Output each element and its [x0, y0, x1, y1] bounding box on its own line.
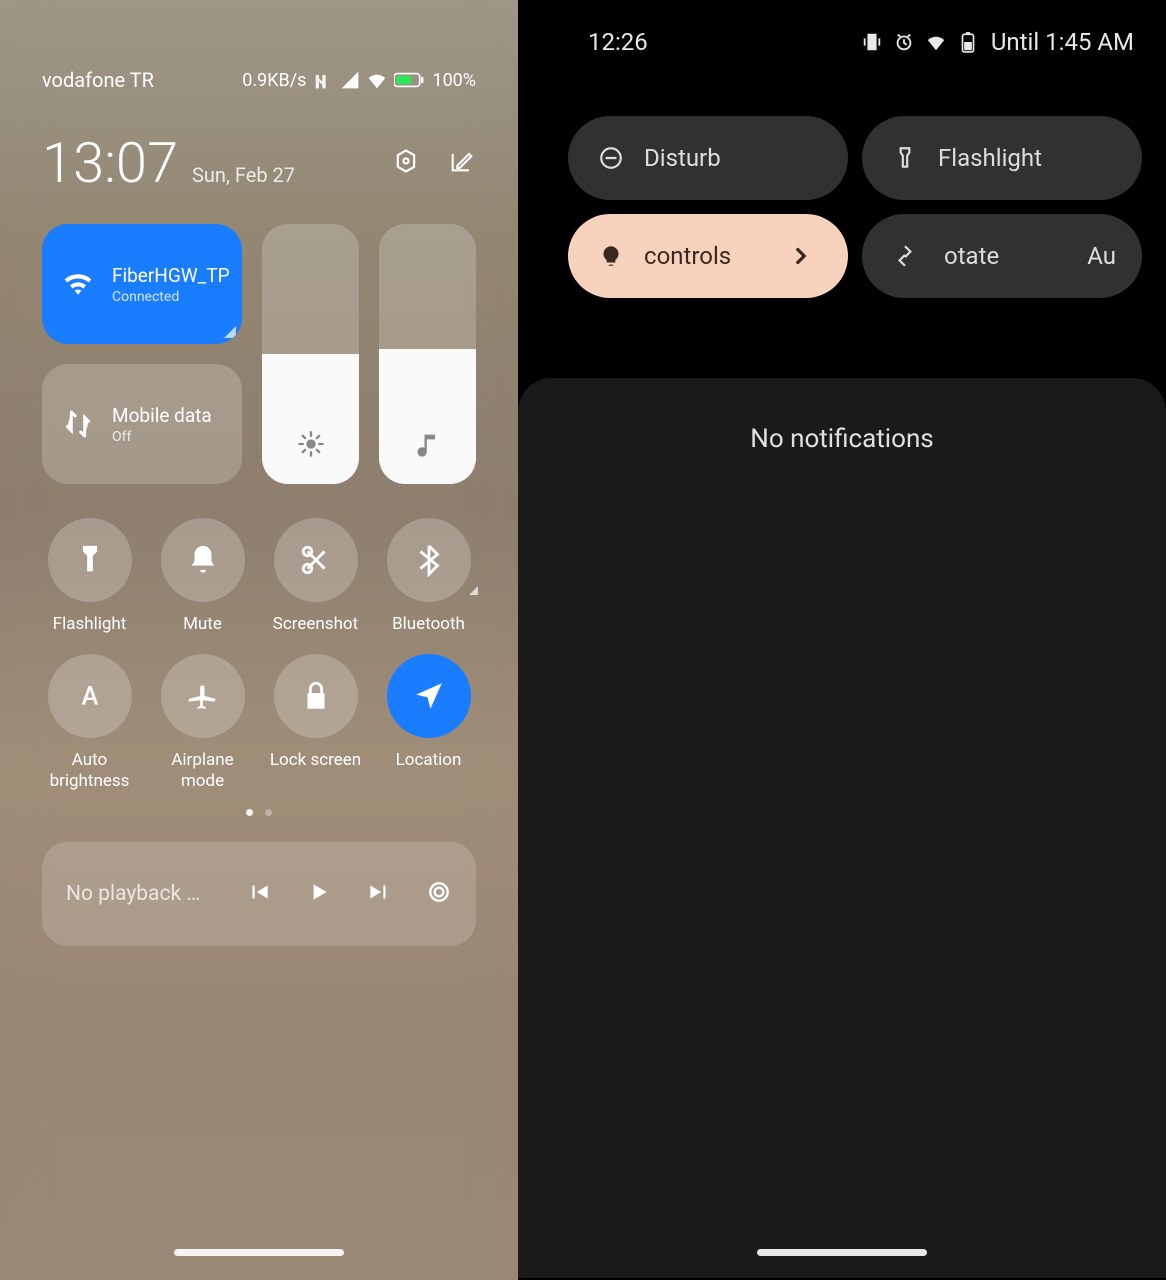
volume-slider[interactable] [379, 224, 476, 484]
wifi-status: Connected [112, 289, 230, 305]
notification-panel: No notifications [518, 378, 1166, 1278]
settings-icon[interactable] [392, 147, 420, 179]
wifi-ssid: FiberHGW_TP [112, 264, 230, 287]
expand-corner-icon [469, 586, 478, 595]
clock-date: Sun, Feb 27 [192, 163, 295, 187]
status-bar: vodafone TR 0.9KB/s 100% [0, 0, 518, 92]
lock-icon [299, 679, 333, 713]
bulb-icon [598, 243, 624, 269]
clock-block: 13:07 Sun, Feb 27 [42, 130, 295, 196]
scissors-icon [299, 543, 333, 577]
pill-label: otate [944, 242, 999, 270]
carrier-label: vodafone TR [42, 68, 154, 92]
miui-control-center: vodafone TR 0.9KB/s 100% 13:07 Sun, Feb … [0, 0, 518, 1280]
home-controls-pill[interactable]: controls [568, 214, 848, 298]
flashlight-icon [892, 145, 918, 171]
screenshot-toggle[interactable]: Screenshot [268, 518, 363, 634]
clock-time: 12:26 [588, 28, 648, 56]
prev-track-button[interactable] [246, 879, 272, 909]
wifi-icon [366, 69, 388, 91]
lock-screen-toggle[interactable]: Lock screen [268, 654, 363, 791]
clock-time: 13:07 [42, 130, 178, 196]
flashlight-toggle[interactable]: Flashlight [42, 518, 137, 634]
wifi-icon [925, 31, 947, 53]
music-note-icon [414, 430, 442, 458]
brightness-slider[interactable] [262, 224, 359, 484]
media-widget[interactable]: No playback … [42, 842, 476, 946]
signal-icon [340, 70, 360, 90]
battery-pct: 100% [432, 70, 476, 91]
wifi-icon [62, 268, 94, 300]
edit-icon[interactable] [448, 147, 476, 179]
hd-signal-icon [314, 70, 334, 90]
pill-label: Disturb [644, 144, 721, 172]
autorotate-pill[interactable]: otate Au [862, 214, 1142, 298]
location-toggle[interactable]: Location [381, 654, 476, 791]
dot [265, 809, 272, 816]
pill-label: Flashlight [938, 144, 1042, 172]
mobile-data-tile[interactable]: Mobile data Off [42, 364, 242, 484]
battery-until: Until 1:45 AM [991, 28, 1134, 56]
nav-bar[interactable] [757, 1249, 927, 1256]
airplane-mode-toggle[interactable]: Airplane mode [155, 654, 250, 791]
flashlight-icon [73, 543, 107, 577]
media-status: No playback … [66, 882, 216, 906]
status-bar: 12:26 Until 1:45 AM [568, 28, 1142, 56]
play-button[interactable] [306, 879, 332, 909]
airplane-icon [186, 679, 220, 713]
header-row: 13:07 Sun, Feb 27 [0, 92, 518, 196]
mobile-data-status: Off [112, 429, 212, 445]
expand-corner-icon [224, 326, 236, 338]
dnd-icon [598, 145, 624, 171]
letter-a-icon: A [73, 679, 107, 713]
dot-active [246, 809, 253, 816]
media-output-button[interactable] [426, 879, 452, 909]
status-right: 0.9KB/s 100% [242, 69, 476, 91]
dnd-pill[interactable]: Disturb [568, 116, 848, 200]
pill-label: controls [644, 242, 731, 270]
data-speed: 0.9KB/s [242, 70, 306, 91]
mute-toggle[interactable]: Mute [155, 518, 250, 634]
mobile-data-label: Mobile data [112, 404, 212, 427]
vibrate-icon [861, 31, 883, 53]
rotate-icon [892, 243, 918, 269]
location-icon [412, 679, 446, 713]
page-indicator [0, 791, 518, 816]
nav-bar[interactable] [174, 1249, 344, 1256]
svg-text:A: A [81, 682, 98, 712]
wifi-tile[interactable]: FiberHGW_TP Connected [42, 224, 242, 344]
bluetooth-toggle[interactable]: Bluetooth [381, 518, 476, 634]
bell-icon [186, 543, 220, 577]
battery-icon [394, 72, 424, 88]
brightness-icon [297, 430, 325, 458]
chevron-right-icon [788, 243, 814, 269]
no-notifications-label: No notifications [750, 424, 933, 1278]
mobile-data-icon [62, 408, 94, 440]
pill-label-suffix: Au [1087, 242, 1116, 270]
auto-brightness-toggle[interactable]: A Auto brightness [42, 654, 137, 791]
flashlight-pill[interactable]: Flashlight [862, 116, 1142, 200]
bluetooth-icon [412, 543, 446, 577]
next-track-button[interactable] [366, 879, 392, 909]
pixel-quick-settings: 12:26 Until 1:45 AM Disturb Flashlight c… [518, 0, 1166, 1280]
battery-icon [957, 31, 979, 53]
alarm-icon [893, 31, 915, 53]
